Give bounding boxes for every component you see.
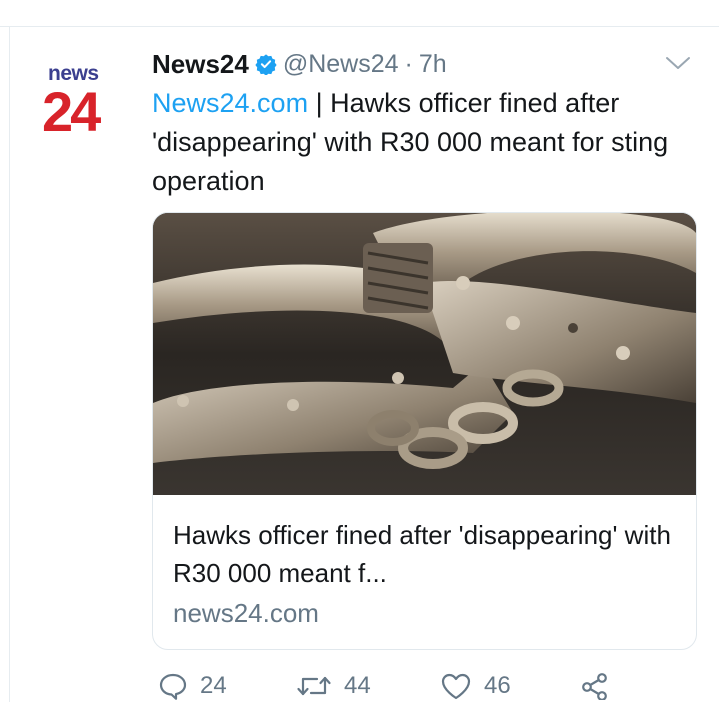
author-name[interactable]: News24 bbox=[152, 49, 249, 80]
tweet-link[interactable]: News24.com bbox=[152, 88, 308, 118]
avatar-number: 24 bbox=[42, 80, 101, 143]
tweet-text: News24.com | Hawks officer fined after '… bbox=[152, 84, 697, 201]
card-domain: news24.com bbox=[173, 598, 319, 628]
timeline-border bbox=[9, 27, 10, 702]
verified-badge-icon bbox=[255, 53, 277, 76]
retweet-count: 44 bbox=[344, 672, 371, 699]
author-handle[interactable]: @News24 bbox=[283, 50, 399, 79]
handcuffs-image bbox=[153, 213, 696, 495]
retweet-icon bbox=[296, 672, 332, 700]
like-icon bbox=[440, 672, 472, 700]
share-icon bbox=[580, 672, 610, 700]
like-count: 46 bbox=[484, 672, 511, 699]
card-image bbox=[153, 213, 696, 495]
reply-count: 24 bbox=[200, 672, 227, 699]
like-button[interactable]: 46 bbox=[440, 672, 511, 700]
chevron-down-icon[interactable] bbox=[664, 54, 692, 72]
link-card[interactable]: Hawks officer fined after 'disappearing'… bbox=[152, 212, 697, 650]
share-button[interactable] bbox=[580, 672, 610, 700]
reply-icon bbox=[158, 672, 188, 700]
header-separator: · bbox=[404, 49, 413, 78]
avatar[interactable]: news 24 bbox=[40, 62, 120, 144]
tweet-header: News24 @News24 · 7h bbox=[152, 47, 447, 81]
tweet-actions: 24 44 46 bbox=[0, 672, 719, 702]
tweet-time[interactable]: 7h bbox=[419, 50, 447, 79]
previous-tweet-divider bbox=[0, 26, 719, 27]
reply-button[interactable]: 24 bbox=[158, 672, 227, 700]
card-title: Hawks officer fined after 'disappearing'… bbox=[173, 520, 671, 588]
retweet-button[interactable]: 44 bbox=[296, 672, 371, 700]
